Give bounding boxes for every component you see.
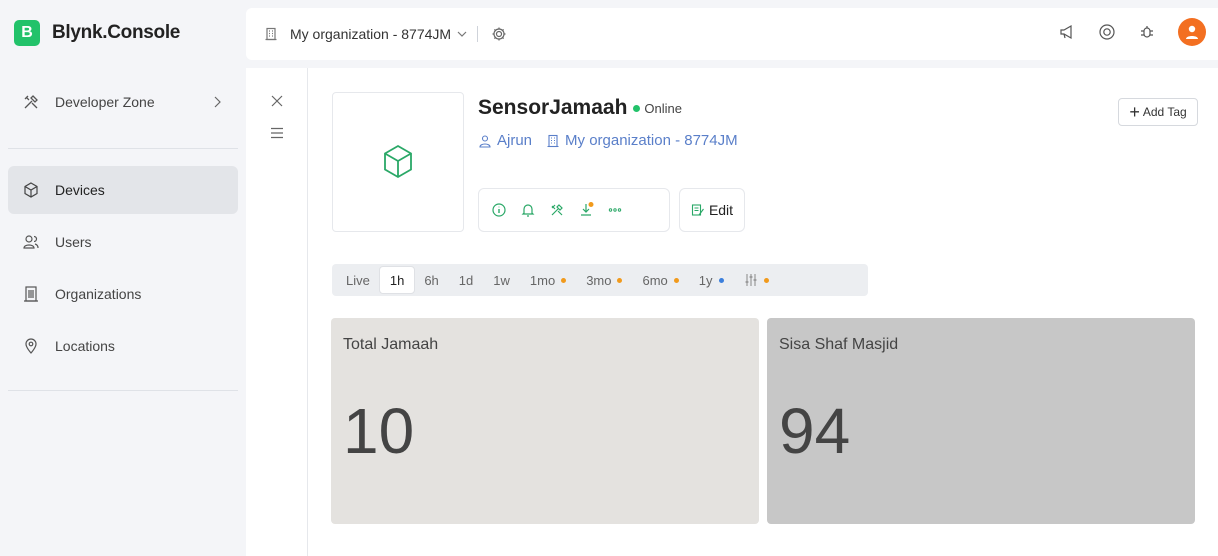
brand[interactable]: B Blynk.Console [14, 20, 180, 46]
widget-total-jamaah[interactable]: Total Jamaah 10 [331, 318, 759, 524]
sliders-icon [744, 273, 758, 287]
tools-icon[interactable] [549, 202, 565, 218]
brand-name: Blynk.Console [52, 22, 181, 43]
sidebar-item-devices[interactable]: Devices [8, 166, 238, 214]
widget-sisa-shaf-masjid[interactable]: Sisa Shaf Masjid 94 [767, 318, 1195, 524]
building-icon [546, 134, 560, 148]
sidebar-item-label: Organizations [55, 286, 142, 302]
help-icon[interactable] [1098, 23, 1116, 41]
cube-icon [22, 181, 40, 199]
tab-6mo[interactable]: 6mo [632, 267, 688, 293]
panel-controls [246, 68, 308, 556]
add-tag-label: Add Tag [1142, 105, 1187, 119]
avatar[interactable] [1178, 18, 1206, 46]
header-divider [477, 26, 479, 42]
device-organization-link[interactable]: My organization - 8774JM [565, 132, 738, 149]
sidebar-item-label: Devices [55, 182, 105, 198]
close-icon[interactable] [270, 94, 284, 108]
sidebar-divider [8, 390, 238, 391]
organization-selector[interactable]: My organization - 8774JM [290, 26, 451, 42]
device-owner-link[interactable]: Ajrun [497, 132, 532, 149]
widget-label: Sisa Shaf Masjid [779, 336, 899, 353]
premium-dot [617, 277, 623, 283]
widget-label: Total Jamaah [343, 336, 439, 353]
download-icon[interactable] [578, 202, 594, 218]
status-dot [633, 104, 641, 112]
device-name: SensorJamaah [478, 96, 628, 119]
building-icon [22, 285, 40, 303]
chevron-down-icon[interactable] [455, 27, 469, 41]
menu-icon[interactable] [269, 126, 285, 140]
bell-icon[interactable] [520, 202, 536, 218]
edit-icon [691, 203, 705, 217]
pin-icon [22, 337, 40, 355]
premium-dot [718, 277, 724, 283]
megaphone-icon[interactable] [1058, 23, 1076, 41]
device-title: SensorJamaah Online [478, 96, 682, 120]
sidebar-divider [8, 148, 238, 149]
main-content: SensorJamaah Online Ajrun My organizatio… [246, 68, 1218, 556]
tab-1y[interactable]: 1y [689, 267, 734, 293]
sidebar-item-developer-zone[interactable]: Developer Zone [8, 78, 238, 126]
tab-live[interactable]: Live [336, 267, 380, 293]
edit-label: Edit [708, 202, 734, 218]
building-icon [264, 27, 278, 41]
sidebar-item-users[interactable]: Users [8, 218, 238, 266]
tab-6h[interactable]: 6h [414, 267, 448, 293]
premium-dot [763, 277, 769, 283]
time-range-tabs: Live 1h 6h 1d 1w 1mo 3mo 6mo 1y [332, 264, 868, 296]
top-bar: B Blynk.Console My organization - 8774JM [0, 0, 1218, 68]
tab-1mo[interactable]: 1mo [520, 267, 576, 293]
sidebar: Developer Zone Devices Users Organizatio… [0, 68, 246, 556]
device-image [332, 92, 464, 232]
bug-icon[interactable] [1138, 23, 1156, 41]
widget-value: 10 [343, 395, 415, 467]
add-tag-button[interactable]: + Add Tag [1118, 98, 1198, 126]
device-meta: Ajrun My organization - 8774JM [478, 132, 738, 149]
header-actions [1058, 18, 1206, 46]
sidebar-item-organizations[interactable]: Organizations [8, 270, 238, 318]
users-icon [22, 233, 40, 251]
plus-icon: + [1129, 102, 1140, 122]
widget-value: 94 [779, 395, 851, 467]
edit-button[interactable]: Edit [679, 188, 745, 232]
cube-icon [378, 142, 418, 182]
user-icon [478, 134, 492, 148]
device-actions [478, 188, 670, 232]
tab-1d[interactable]: 1d [449, 267, 483, 293]
premium-dot [561, 277, 567, 283]
tab-1w[interactable]: 1w [483, 267, 520, 293]
brand-logo: B [14, 20, 40, 46]
tab-custom-range[interactable] [734, 267, 779, 293]
tools-icon [22, 93, 40, 111]
sidebar-item-label: Locations [55, 338, 115, 354]
chevron-right-icon [210, 95, 224, 109]
gear-icon[interactable] [490, 25, 508, 43]
device-status: Online [644, 100, 682, 116]
tab-1h[interactable]: 1h [379, 267, 415, 293]
premium-dot [673, 277, 679, 283]
info-icon[interactable] [491, 202, 507, 218]
sidebar-item-label: Developer Zone [55, 94, 155, 110]
more-icon[interactable] [607, 202, 623, 218]
sidebar-item-locations[interactable]: Locations [8, 322, 238, 370]
tab-3mo[interactable]: 3mo [576, 267, 632, 293]
sidebar-item-label: Users [55, 234, 92, 250]
